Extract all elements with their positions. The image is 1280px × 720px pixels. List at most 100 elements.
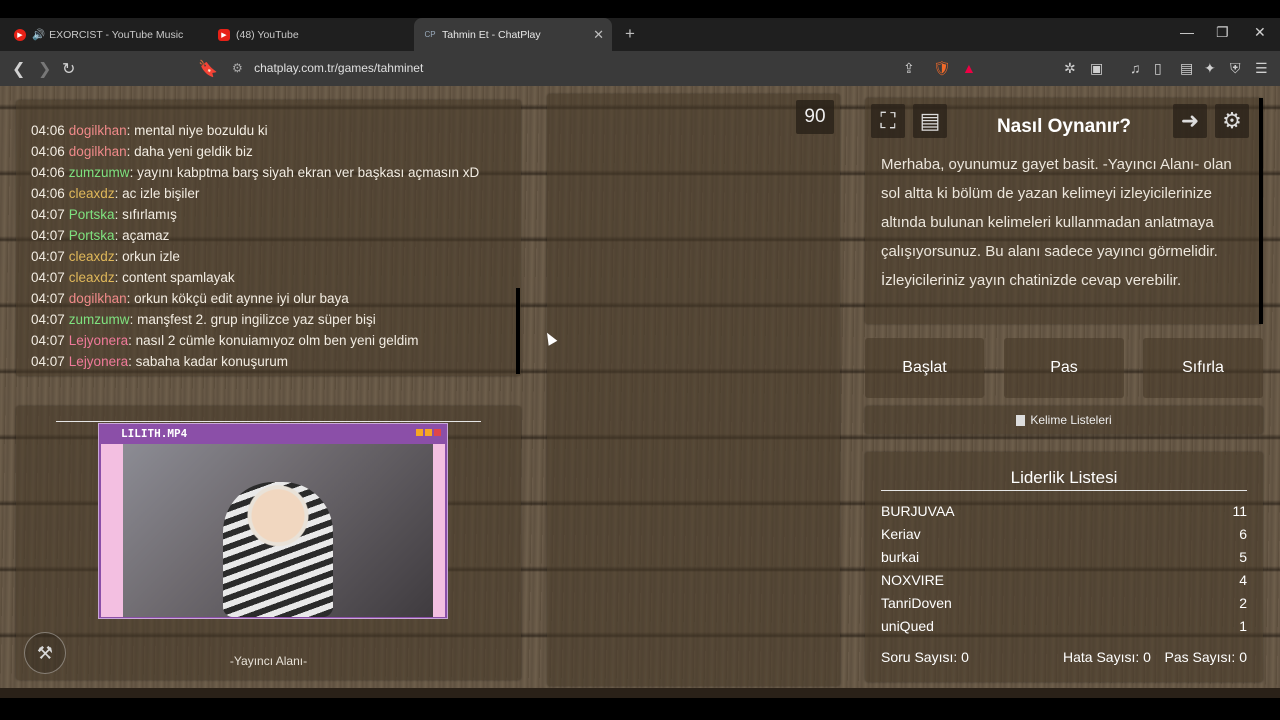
back-icon[interactable]: ❮ [12, 59, 25, 79]
chat-username[interactable]: Portska [69, 228, 115, 243]
player-name: burkai [881, 549, 920, 565]
brave-rewards-icon[interactable]: ▲ [962, 60, 976, 76]
brave-shield-icon[interactable]: 🛡 [933, 60, 951, 77]
webcam-feed [123, 444, 433, 617]
site-info-icon[interactable]: ⚙ [232, 61, 243, 75]
reset-button[interactable]: Sıfırla [1143, 338, 1263, 398]
leaderboard-row: TanriDoven 2 [881, 592, 1247, 615]
leaderboard-row: NOXVIRE 4 [881, 569, 1247, 592]
new-tab-icon[interactable]: + [625, 24, 635, 44]
tab-chatplay[interactable]: CP Tahmin Et - ChatPlay ✕ [414, 18, 612, 51]
tab-youtube[interactable]: ▶ (48) YouTube [212, 18, 412, 51]
sidebar-icon[interactable]: ▯ [1154, 60, 1162, 77]
streamer-area-label: -Yayıncı Alanı- [229, 654, 308, 668]
chat-username[interactable]: zumzumw [69, 165, 130, 180]
chat-message: 04:07 Lejyonera: nasıl 2 cümle konuiamıyo… [31, 333, 419, 348]
chat-username[interactable]: cleaxdz [69, 270, 115, 285]
chat-text: sıfırlamış [122, 207, 177, 222]
chat-username[interactable]: zumzumw [69, 312, 130, 327]
chat-message: 04:07 Lejyonera: sabaha kadar konuşurum [31, 354, 288, 369]
start-button[interactable]: Başlat [865, 338, 984, 398]
chat-time: 04:07 [31, 270, 65, 285]
chat-message: 04:07 zumzumw: manşfest 2. grup ingilizce… [31, 312, 376, 327]
pass-count: Pas Sayısı: 0 [1164, 649, 1247, 665]
music-icon[interactable]: ♫ [1130, 60, 1141, 76]
leaderboard-row: uniQued 1 [881, 615, 1247, 638]
close-tab-icon[interactable]: ✕ [593, 27, 604, 43]
close-window-icon[interactable]: ✕ [1254, 24, 1266, 41]
player-score: 2 [1239, 595, 1247, 611]
chat-username[interactable]: cleaxdz [69, 249, 115, 264]
chat-username[interactable]: Portska [69, 207, 115, 222]
player-score: 6 [1239, 526, 1247, 542]
chat-time: 04:06 [31, 144, 65, 159]
chat-username[interactable]: Lejyonera [69, 354, 128, 369]
bookmark-icon[interactable]: 🔖 [198, 59, 218, 79]
chat-username[interactable]: dogilkhan [69, 123, 127, 138]
leaderboard-row: burkai 5 [881, 546, 1247, 569]
chat-message: 04:07 Portska: açamaz [31, 228, 170, 243]
divider [56, 421, 481, 422]
chat-message: 04:07 dogilkhan: orkun kökçü edit aynne i… [31, 291, 349, 306]
leo-icon[interactable]: ✦ [1204, 60, 1216, 77]
tab-youtube-music[interactable]: ▶ 🔊 EXORCIST - YouTube Music [8, 18, 208, 51]
address-bar: ❮ ❯ ↻ 🔖 ⚙ chatplay.com.tr/games/tahminet… [0, 51, 1280, 86]
word-lists-label: Kelime Listeleri [1030, 413, 1112, 427]
chat-message: 04:07 Portska: sıfırlamış [31, 207, 177, 222]
speaker-icon: 🔊 [32, 29, 46, 41]
chat-text: orkun kökçü edit aynne iyi olur baya [134, 291, 349, 306]
chat-time: 04:07 [31, 207, 65, 222]
question-count: Soru Sayısı: 0 [881, 649, 969, 665]
chat-username[interactable]: dogilkhan [69, 291, 127, 306]
chat-time: 04:07 [31, 354, 65, 369]
word-lists-button[interactable]: Kelime Listeleri [865, 406, 1263, 434]
leaderboard-row: Keriav 6 [881, 523, 1247, 546]
player-score: 11 [1232, 503, 1247, 519]
url-field[interactable]: ⚙ chatplay.com.tr/games/tahminet [232, 61, 423, 75]
game-board: 90 [547, 94, 840, 686]
chat-message: 04:06 cleaxdz: ac izle bişiler [31, 186, 200, 201]
how-to-play-scrollbar[interactable] [1259, 98, 1263, 324]
game-page: 04:06 dogilkhan: mental niye bozuldu ki 04… [0, 86, 1280, 698]
chat-username[interactable]: Lejyonera [69, 333, 128, 348]
youtube-icon: ▶ [218, 28, 230, 41]
how-to-play-text: Merhaba, oyunumuz gayet basit. -Yayıncı … [881, 156, 1232, 289]
player-name: Keriav [881, 526, 921, 542]
chat-message: 04:07 cleaxdz: orkun izle [31, 249, 180, 264]
restore-icon[interactable]: ❐ [1216, 24, 1229, 41]
leaderboard-rows: BURJUVAA 11 Keriav 6 burkai 5 NOXVIRE 4 TanriDov… [881, 500, 1247, 638]
streamer-video: LILITH.MP4 [98, 423, 448, 619]
share-icon[interactable]: ⇪ [903, 60, 915, 77]
chat-username[interactable]: dogilkhan [69, 144, 127, 159]
chat-text: yayını kabptma barş siyah ekran ver başk… [137, 165, 480, 180]
player-score: 4 [1239, 572, 1247, 588]
chat-time: 04:07 [31, 249, 65, 264]
streamer-person [223, 482, 333, 617]
chat-text: manşfest 2. grup ingilizce yaz süper biş… [137, 312, 376, 327]
player-name: BURJUVAA [881, 503, 955, 519]
minimize-icon[interactable]: — [1180, 24, 1194, 40]
forward-icon[interactable]: ❯ [38, 59, 51, 79]
chatplay-icon: CP [424, 28, 436, 41]
vpn-icon[interactable]: ⛨ [1230, 60, 1241, 77]
player-name: uniQued [881, 618, 934, 634]
extensions-icon[interactable]: ✲ [1064, 60, 1076, 77]
error-count: Hata Sayısı: 0 [1063, 649, 1151, 665]
chat-text: nasıl 2 cümle konuiamıyoz olm ben yeni g… [135, 333, 419, 348]
chat-time: 04:07 [31, 312, 65, 327]
chat-text: mental niye bozuldu ki [134, 123, 268, 138]
chat-time: 04:07 [31, 333, 65, 348]
menu-icon[interactable]: ☰ [1255, 60, 1268, 77]
chat-username[interactable]: cleaxdz [69, 186, 115, 201]
pass-button[interactable]: Pas [1004, 338, 1124, 398]
screenshot-icon[interactable]: ▣ [1090, 60, 1103, 77]
chat-scrollbar[interactable] [516, 288, 520, 374]
book-icon [1016, 414, 1026, 426]
chat-text: sabaha kadar konuşurum [135, 354, 288, 369]
chat-time: 04:07 [31, 228, 65, 243]
chat-text: ac izle bişiler [122, 186, 200, 201]
leaderboard-title: Liderlik Listesi [1010, 468, 1118, 487]
reload-icon[interactable]: ↻ [62, 59, 75, 79]
wallet-icon[interactable]: ▤ [1180, 60, 1193, 77]
how-to-play-title: Nasıl Oynanır? [996, 116, 1132, 137]
